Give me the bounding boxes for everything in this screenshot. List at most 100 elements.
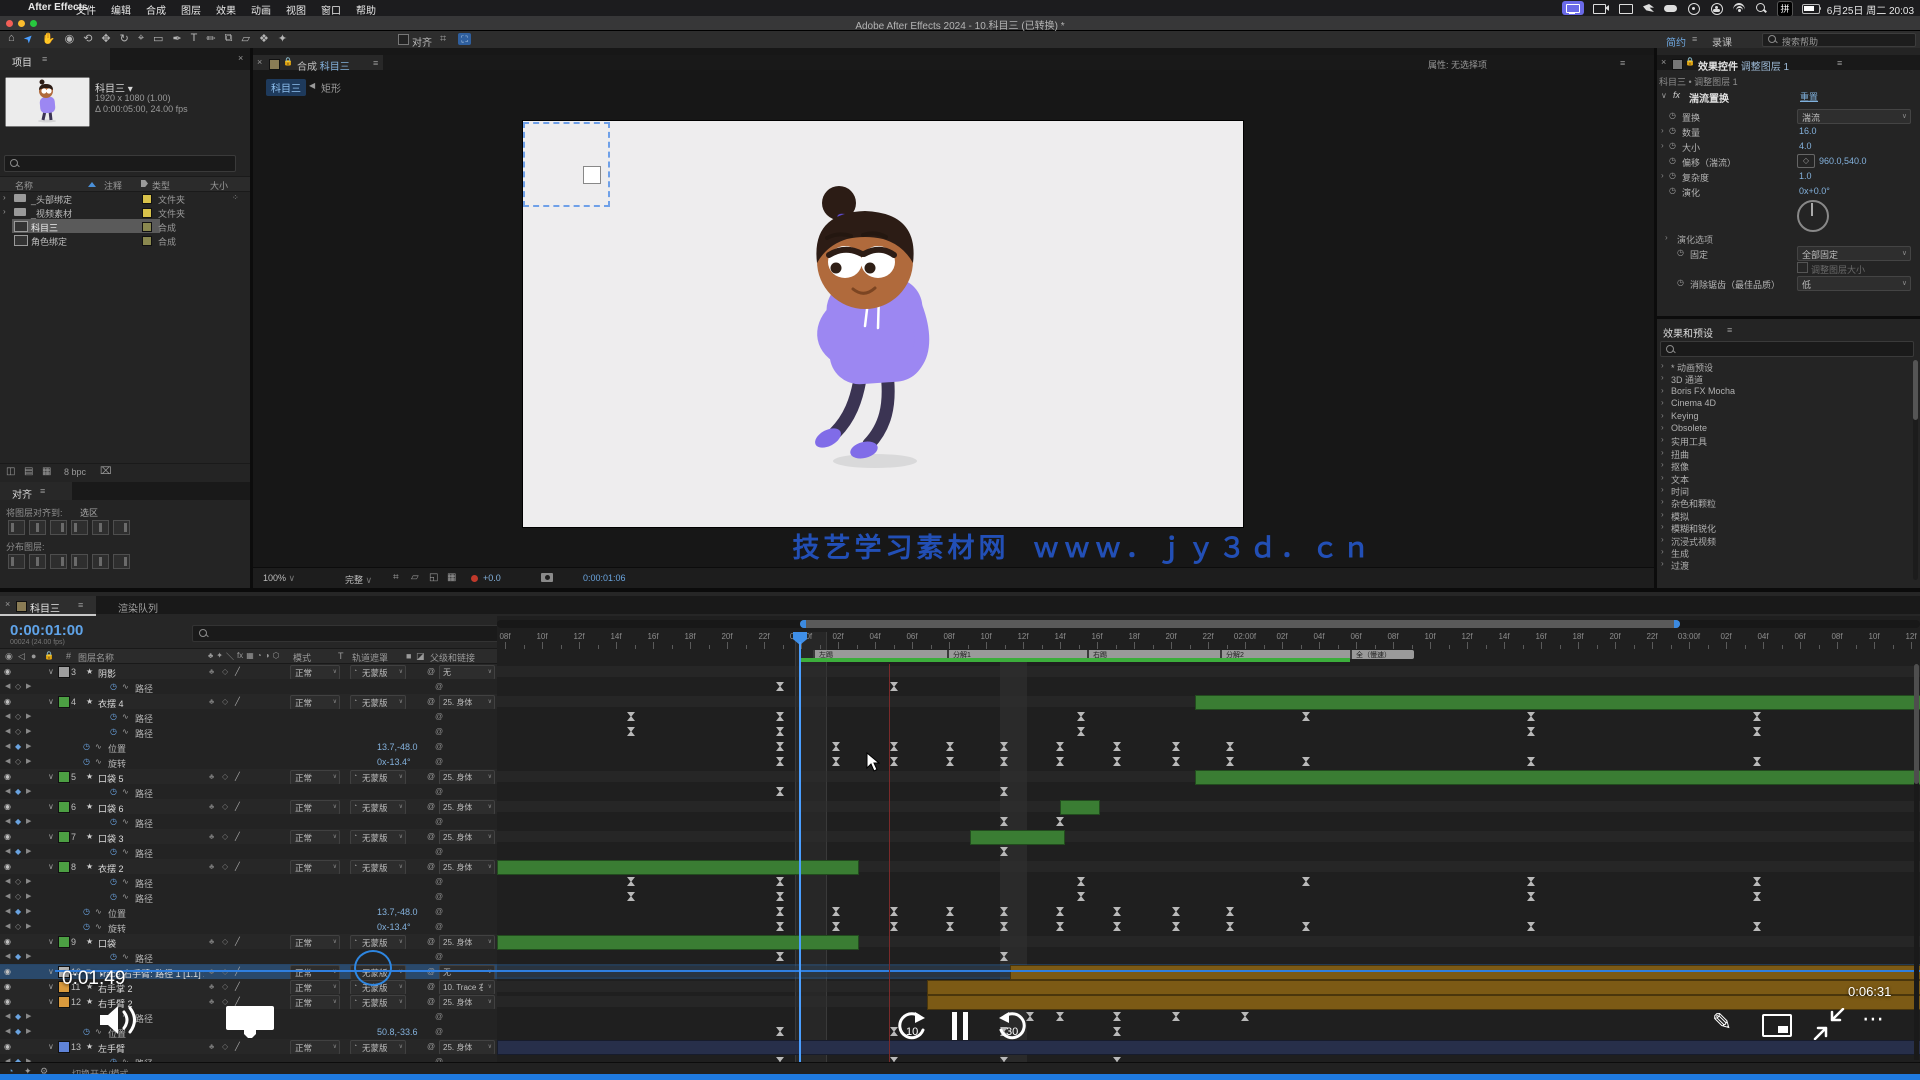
graph-icon[interactable]: ∿ (122, 847, 129, 856)
parent-pickwhip-icon[interactable]: @ (427, 982, 435, 991)
quality-switch-icon[interactable]: ╱ (235, 937, 240, 946)
layer-colored-bar[interactable] (927, 980, 1920, 995)
eye-icon[interactable]: ◉ (4, 982, 11, 991)
effect-row-置换[interactable]: ◷置换湍流∨ (1657, 109, 1920, 123)
trash-icon[interactable]: ⌧ (100, 466, 112, 477)
effect-row-演化[interactable]: ◷演化0x+0.0° (1657, 184, 1920, 198)
distribute-button-2[interactable] (50, 554, 67, 569)
keyframe-icon[interactable] (776, 922, 784, 931)
menubar-clock[interactable]: 6月25日 周二 20:03 (1827, 2, 1914, 17)
layer-row-右手臂 2[interactable]: ◉∨12★右手臂 2♣◇╱正常∨◔无蒙版∨@25. 身体∨ (0, 994, 1920, 1009)
keyframe-icon[interactable] (776, 787, 784, 796)
property-row-路径[interactable]: ◀◇▶◷∿路径@ (0, 874, 1920, 889)
layer-colored-bar[interactable] (1060, 800, 1100, 815)
keyframe-icon[interactable] (776, 907, 784, 916)
track-matte-dropdown[interactable]: ◔无蒙版∨ (350, 1040, 406, 1055)
param-dropdown[interactable]: 全部固定∨ (1797, 246, 1911, 261)
keyframe-icon[interactable] (1077, 892, 1085, 901)
eye-icon[interactable]: ◉ (4, 997, 11, 1006)
layer-row-阴影[interactable]: ◉∨3★阴影♣◇╱正常∨◔无蒙版∨@无∨ (0, 664, 1920, 679)
twirl-icon[interactable]: › (1661, 398, 1664, 407)
twirl-icon[interactable]: ∨ (48, 802, 54, 811)
keyframe-toggle-icon[interactable]: ◆ (15, 1027, 21, 1036)
keyframe-icon[interactable] (1056, 742, 1064, 751)
parent-pickwhip-icon[interactable]: @ (427, 862, 435, 871)
stopwatch-icon[interactable]: ◷ (1669, 186, 1676, 195)
tool-8-icon[interactable]: ▭ (153, 32, 163, 45)
keyframe-icon[interactable] (1172, 742, 1180, 751)
effect-row-消除锯齿（最佳品质）[interactable]: ◷消除锯齿（最佳品质）低∨ (1657, 276, 1920, 290)
property-row-位置[interactable]: ◀◆▶◷∿位置13.7,-48.0@ (0, 739, 1920, 754)
shy-switch-icon[interactable]: ♣ (209, 832, 214, 841)
keyframe-icon[interactable] (1000, 817, 1008, 826)
prev-keyframe-icon[interactable]: ◀ (5, 922, 10, 930)
eye-icon[interactable]: ◉ (4, 667, 11, 676)
keyframe-toggle-icon[interactable]: ◇ (15, 892, 21, 901)
keyframe-toggle-icon[interactable]: ◆ (15, 952, 21, 961)
stopwatch-icon[interactable]: ◷ (83, 922, 90, 931)
align-button-0[interactable] (8, 520, 25, 535)
label-color-swatch[interactable] (58, 936, 70, 948)
effects-category-3D 通道[interactable]: ›3D 通道 (1657, 372, 1912, 384)
property-value[interactable]: 0x-13.4° (377, 922, 411, 932)
keyframe-icon[interactable] (1527, 892, 1535, 901)
keyframe-icon[interactable] (1000, 952, 1008, 961)
effect-row-大小[interactable]: ›◷大小4.0 (1657, 139, 1920, 153)
keyframe-icon[interactable] (1753, 757, 1761, 766)
parent-pickwhip-icon[interactable]: @ (427, 772, 435, 781)
layer-row-口袋 3[interactable]: ◉∨7★口袋 3♣◇╱正常∨◔无蒙版∨@25. 身体∨ (0, 829, 1920, 844)
layer-duration-bar[interactable] (497, 831, 1920, 842)
keyframe-icon[interactable] (946, 922, 954, 931)
label-color-swatch[interactable] (58, 696, 70, 708)
keyframe-icon[interactable] (1302, 877, 1310, 886)
snap-icon[interactable]: ⌗ (440, 33, 446, 46)
stopwatch-icon[interactable]: ◷ (110, 847, 117, 856)
pickwhip-icon[interactable]: @ (435, 727, 443, 736)
keyframe-toggle-icon[interactable]: ◇ (15, 712, 21, 721)
stopwatch-icon[interactable]: ◷ (110, 952, 117, 961)
twirl-icon[interactable]: › (1661, 141, 1664, 150)
layer-row-Trace 右手臂: 路径 1 [1.1] 2[interactable]: ◉∨10■Trace 右手臂: 路径 1 [1.1] 2♣◇╱正常∨◔无蒙版∨@… (0, 964, 1920, 979)
label-color-swatch[interactable] (58, 1041, 70, 1053)
user-account-icon[interactable] (1710, 1, 1724, 15)
align-panel-tab[interactable]: 对齐 (12, 486, 32, 501)
pickwhip-icon[interactable]: @ (435, 1012, 443, 1021)
effects-category-* 动画预设[interactable]: ›* 动画预设 (1657, 360, 1912, 372)
twirl-icon[interactable]: › (1661, 485, 1664, 494)
parent-pickwhip-icon[interactable]: @ (427, 937, 435, 946)
effect-row-固定[interactable]: ◷固定全部固定∨ (1657, 246, 1920, 260)
layer-row-衣摆 2[interactable]: ◉∨8★衣摆 2♣◇╱正常∨◔无蒙版∨@25. 身体∨ (0, 859, 1920, 874)
keyframe-icon[interactable] (776, 952, 784, 961)
viewer-timecode[interactable]: 0:00:01:06 (583, 573, 626, 583)
keyframe-icon[interactable] (1527, 922, 1535, 931)
label-color-swatch[interactable] (58, 771, 70, 783)
effects-category-杂色和颗粒[interactable]: ›杂色和颗粒 (1657, 496, 1912, 508)
label-color-swatch[interactable] (58, 801, 70, 813)
stopwatch-icon[interactable]: ◷ (83, 907, 90, 916)
keyframe-icon[interactable] (1753, 712, 1761, 721)
prev-keyframe-icon[interactable]: ◀ (5, 727, 10, 735)
label-color-swatch[interactable] (142, 208, 152, 218)
prev-keyframe-icon[interactable]: ◀ (5, 682, 10, 690)
keyframe-icon[interactable] (1077, 877, 1085, 886)
next-keyframe-icon[interactable]: ▶ (26, 727, 31, 735)
project-row-角色绑定[interactable]: 角色绑定合成 (0, 233, 250, 247)
twirl-icon[interactable]: › (1661, 535, 1664, 544)
render-queue-tab[interactable]: 渲染队列 (118, 600, 158, 615)
keyframe-icon[interactable] (1000, 847, 1008, 856)
param-value[interactable]: 4.0 (1799, 141, 1812, 151)
annotate-pencil-icon[interactable]: ✎ (1712, 1008, 1732, 1037)
effects-category-扭曲[interactable]: ›扭曲 (1657, 447, 1912, 459)
track-matte-dropdown[interactable]: ◔无蒙版∨ (350, 665, 406, 680)
project-panel-menu-icon[interactable]: ≡ (42, 54, 47, 64)
parent-dropdown[interactable]: 25. 身体∨ (439, 860, 495, 875)
keyframe-icon[interactable] (1113, 757, 1121, 766)
distribute-button-0[interactable] (8, 554, 25, 569)
keyframe-icon[interactable] (1077, 727, 1085, 736)
effects-search-input[interactable] (1660, 341, 1914, 357)
stopwatch-icon[interactable]: ◷ (1669, 171, 1676, 180)
eye-icon[interactable]: ◉ (4, 1042, 11, 1051)
picture-in-picture-icon[interactable] (1762, 1014, 1792, 1037)
effect-row-偏移（湍流）[interactable]: ◷偏移（湍流）◇960.0,540.0 (1657, 154, 1920, 168)
graph-icon[interactable]: ∿ (95, 742, 102, 751)
